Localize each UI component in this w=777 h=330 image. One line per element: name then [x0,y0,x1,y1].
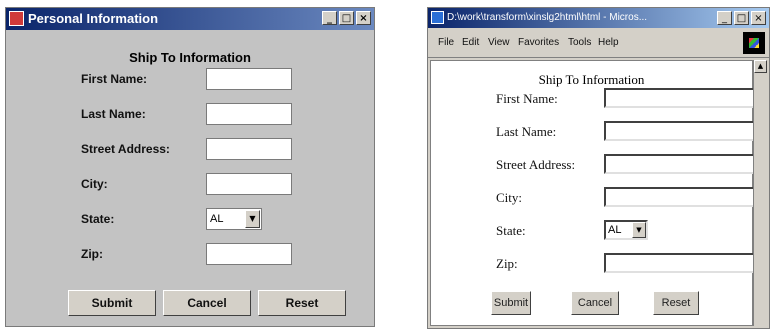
java-app-icon [9,11,24,26]
last-name-label: Last Name: [496,124,557,139]
menu-edit[interactable]: Edit [462,37,479,48]
right-form-heading: Ship To Information [538,72,645,87]
right-zip-row: Zip: [496,253,762,277]
chevron-down-icon[interactable]: ▼ [245,210,260,228]
zip-input[interactable] [604,253,762,273]
street-address-input[interactable] [604,154,762,174]
right-window-controls: _ □ × [717,11,766,25]
zip-label: Zip: [81,247,103,261]
left-last-name-row: Last Name: [81,103,371,127]
chevron-up-icon[interactable]: ▲ [754,60,767,73]
submit-button[interactable]: Submit [68,290,156,316]
zip-input[interactable] [206,243,292,265]
city-input[interactable] [604,187,762,207]
state-select[interactable]: AL ▼ [604,220,648,240]
ie-app-icon [431,11,444,24]
first-name-label: First Name: [496,91,558,106]
left-title-bar[interactable]: Personal Information _ □ × [6,8,374,30]
right-window-title: D:\work\transform\xinslg2html\html - Mic… [447,12,648,23]
maximize-icon[interactable]: □ [339,11,354,25]
left-state-row: State: AL ▼ [81,208,371,232]
state-selected-value: AL [608,224,622,236]
zip-label: Zip: [496,256,518,271]
minimize-icon[interactable]: _ [322,11,337,25]
left-zip-row: Zip: [81,243,371,267]
last-name-input[interactable] [604,121,762,141]
street-address-input[interactable] [206,138,292,160]
right-city-row: City: [496,187,762,211]
cancel-button[interactable]: Cancel [571,291,619,315]
reset-button[interactable]: Reset [653,291,699,315]
left-window-title: Personal Information [28,11,159,26]
state-select[interactable]: AL ▼ [206,208,262,230]
street-address-label: Street Address: [81,142,170,156]
left-form-heading: Ship To Information [129,50,251,65]
state-label: State: [81,212,115,226]
submit-button[interactable]: Submit [491,291,531,315]
page-content: Ship To Information First Name: Last Nam… [430,60,762,326]
left-city-row: City: [81,173,371,197]
vertical-scrollbar[interactable]: ▲ [753,60,767,326]
menu-view[interactable]: View [488,37,510,48]
maximize-icon[interactable]: □ [734,11,749,25]
menu-help[interactable]: Help [598,37,619,48]
state-selected-value: AL [210,213,224,225]
menu-tools[interactable]: Tools [568,37,591,48]
menu-file[interactable]: File [438,37,454,48]
city-label: City: [496,190,523,205]
left-first-name-row: First Name: [81,68,371,92]
close-icon[interactable]: × [751,11,766,25]
first-name-input[interactable] [604,88,762,108]
minimize-icon[interactable]: _ [717,11,732,25]
menu-bar: File Edit View Favorites Tools Help [428,28,769,58]
close-icon[interactable]: × [356,11,371,25]
city-label: City: [81,177,108,191]
chevron-down-icon[interactable]: ▼ [632,222,646,238]
last-name-label: Last Name: [81,107,146,121]
browser-window: D:\work\transform\xinslg2html\html - Mic… [427,7,770,329]
first-name-input[interactable] [206,68,292,90]
first-name-label: First Name: [81,72,148,86]
reset-button[interactable]: Reset [258,290,346,316]
right-street-address-row: Street Address: [496,154,762,178]
city-input[interactable] [206,173,292,195]
right-state-row: State: AL ▼ [496,220,756,244]
left-window-controls: _ □ × [322,11,371,25]
right-last-name-row: Last Name: [496,121,762,145]
cancel-button[interactable]: Cancel [163,290,251,316]
windows-logo-icon [743,32,765,54]
right-title-bar[interactable]: D:\work\transform\xinslg2html\html - Mic… [428,8,769,28]
last-name-input[interactable] [206,103,292,125]
personal-information-window: Personal Information _ □ × Ship To Infor… [5,7,375,327]
left-street-address-row: Street Address: [81,138,371,162]
right-first-name-row: First Name: [496,88,762,112]
street-address-label: Street Address: [496,157,576,172]
menu-favorites[interactable]: Favorites [518,37,559,48]
state-label: State: [496,223,526,238]
